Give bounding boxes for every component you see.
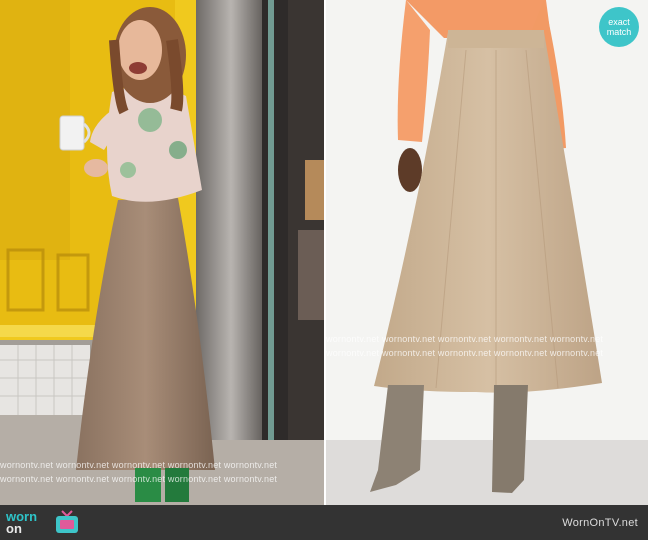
wornontv-logo[interactable]: worn on	[6, 510, 37, 536]
drew-barrymore-scene	[0, 0, 324, 505]
exact-match-badge: exact match	[599, 7, 639, 47]
footer-bar: worn on WornOnTV.net	[0, 505, 648, 540]
watermark-row: wornontv.net wornontv.net wornontv.net w…	[0, 474, 278, 484]
right-product-photo: wornontv.net wornontv.net wornontv.net w…	[326, 0, 648, 505]
skirt-product-image	[326, 0, 648, 505]
left-photo: wornontv.net wornontv.net wornontv.net w…	[0, 0, 324, 505]
watermark-row: wornontv.net wornontv.net wornontv.net w…	[326, 348, 604, 358]
site-name[interactable]: WornOnTV.net	[562, 517, 638, 529]
logo-text-on: on	[6, 521, 22, 536]
badge-line: match	[606, 27, 632, 37]
watermark-row: wornontv.net wornontv.net wornontv.net w…	[0, 460, 278, 470]
tv-icon	[54, 509, 80, 535]
badge-line: exact	[608, 17, 630, 27]
watermark-row: wornontv.net wornontv.net wornontv.net w…	[326, 334, 604, 344]
